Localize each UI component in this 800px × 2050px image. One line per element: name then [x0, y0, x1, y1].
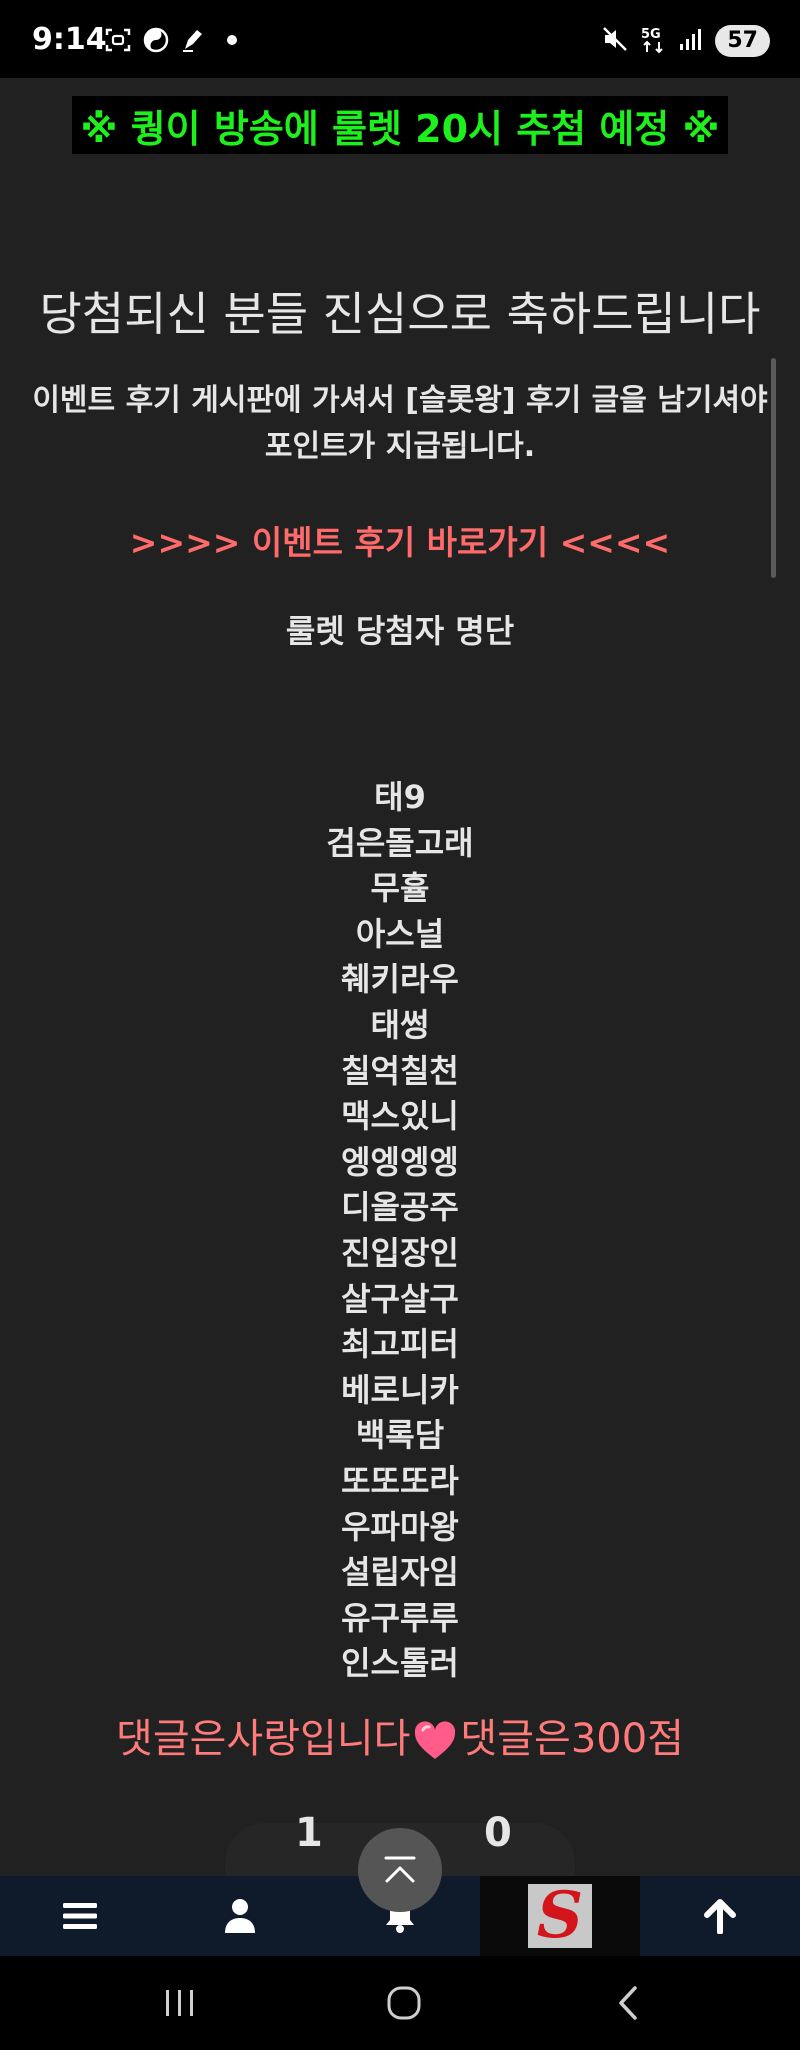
winner-item: 태9	[374, 778, 426, 816]
winner-item: 맥스있니	[341, 1097, 459, 1136]
winner-item: 칠억칠천	[341, 1051, 459, 1090]
logo-letter: S	[536, 1884, 584, 1948]
site-logo-button[interactable]: S	[480, 1876, 640, 1956]
chevron-up-icon	[384, 1856, 416, 1883]
winners-list: 태9 검은돌고래 무휼 아스널 췌키라우 태썽 칠억칠천 맥스있니 엥엥엥엥 디…	[0, 775, 800, 1687]
scroll-to-top-button[interactable]	[358, 1828, 442, 1912]
instruction-text: 이벤트 후기 게시판에 가셔서 [슬롯왕] 후기 글을 남기셔야 포인트가 지급…	[32, 383, 768, 464]
winner-item: 살구살구	[341, 1279, 459, 1318]
screenshot-icon	[104, 26, 132, 54]
congrats-heading: 당첨되신 분들 진심으로 축하드립니다	[39, 287, 761, 341]
vote-down-count[interactable]: 0	[484, 1810, 512, 1856]
comment-note: 댓글은사랑입니다 댓글은300점	[0, 1706, 800, 1764]
battery-badge: 57	[715, 25, 770, 57]
winner-item: 우파마왕	[341, 1507, 459, 1546]
5g-icon: 5G	[639, 24, 667, 58]
winner-item: 유구루루	[341, 1598, 459, 1637]
comment-note-part1: 댓글은사랑입니다	[116, 1716, 411, 1762]
notice-banner: ※ 퀑이 방송에 룰렛 20시 추첨 예정 ※	[72, 96, 728, 154]
status-right-icons: 5G 57	[601, 24, 770, 58]
status-time: 9:14	[32, 22, 107, 57]
mute-icon	[601, 25, 629, 57]
menu-button[interactable]	[0, 1876, 160, 1956]
winner-item: 베로니카	[341, 1370, 459, 1409]
back-icon	[619, 1986, 637, 2020]
user-button[interactable]	[160, 1876, 320, 1956]
recent-apps-icon	[166, 1990, 193, 2016]
winner-item: 디올공주	[341, 1188, 459, 1227]
home-button[interactable]	[374, 1978, 434, 2028]
winner-item: 태썽	[370, 1005, 430, 1044]
home-icon	[387, 1986, 421, 2020]
signal-icon	[677, 25, 705, 57]
winner-item: 무휼	[370, 869, 430, 908]
vote-up-count[interactable]: 1	[295, 1810, 323, 1856]
menu-icon	[63, 1903, 97, 1929]
status-bar: 9:14 5G 57	[0, 0, 800, 78]
scroll-up-button[interactable]	[640, 1876, 800, 1956]
user-icon	[225, 1899, 255, 1933]
winner-item: 또또또라	[341, 1461, 459, 1500]
yin-yang-icon	[142, 26, 170, 54]
winner-item: 검은돌고래	[326, 823, 474, 862]
event-review-link[interactable]: >>>> 이벤트 후기 바로가기 <<<<	[0, 516, 800, 564]
recent-apps-button[interactable]	[150, 1978, 210, 2028]
comment-note-part2: 댓글은300점	[460, 1716, 684, 1762]
svg-text:5G: 5G	[641, 27, 661, 42]
system-nav-bar	[0, 1956, 800, 2050]
dot-icon	[218, 26, 246, 54]
winner-item: 진입장인	[341, 1233, 459, 1272]
winner-item: 췌키라우	[341, 960, 459, 999]
winner-item: 엥엥엥엥	[341, 1142, 459, 1181]
winner-item: 백록담	[355, 1416, 445, 1455]
page-content: ※ 퀑이 방송에 룰렛 20시 추첨 예정 ※ 당첨되신 분들 진심으로 축하드…	[0, 78, 800, 1876]
winner-item: 아스널	[355, 914, 445, 953]
winner-item: 최고피터	[341, 1325, 459, 1364]
banner-text: ※ 퀑이 방송에 룰렛 20시 추첨 예정 ※	[80, 106, 720, 151]
pen-icon	[180, 26, 208, 54]
heart-icon	[412, 1718, 458, 1764]
scrollbar[interactable]	[771, 358, 776, 578]
site-logo: S	[528, 1884, 592, 1948]
winner-item: 인스톨러	[341, 1644, 459, 1683]
status-left-icons	[104, 26, 246, 54]
winner-item: 설립자임	[341, 1553, 459, 1592]
winners-title: 룰렛 당첨자 명단	[285, 612, 515, 650]
arrow-up-icon	[704, 1899, 736, 1934]
back-button[interactable]	[598, 1978, 658, 2028]
